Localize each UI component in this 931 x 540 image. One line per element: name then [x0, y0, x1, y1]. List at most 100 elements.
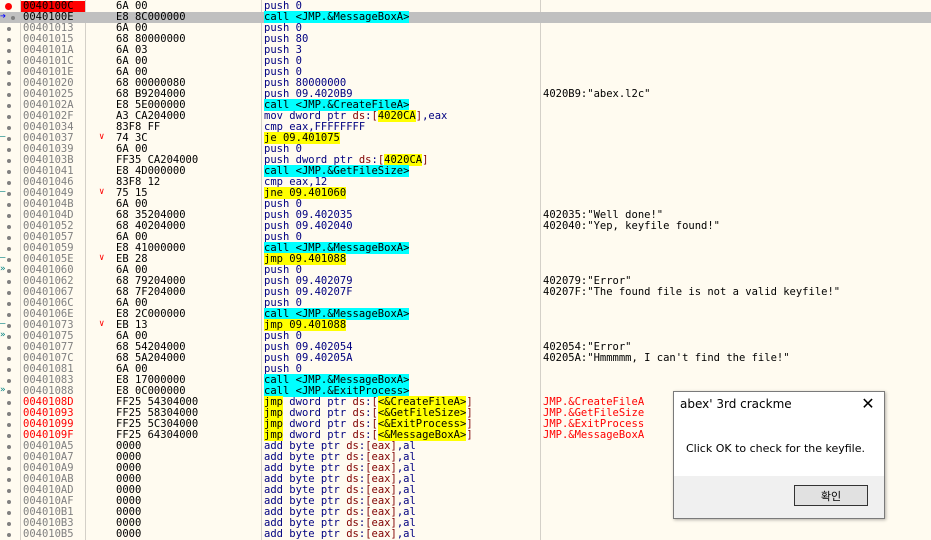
gutter[interactable] [0, 298, 20, 309]
line-dot-icon [7, 423, 11, 427]
jump-target-icon: – [0, 253, 6, 263]
line-dot-icon [7, 258, 11, 262]
gutter[interactable]: » [0, 264, 20, 276]
line-dot-icon [7, 38, 11, 42]
breakpoint-icon[interactable] [5, 3, 12, 10]
comment-cell: 40205A:"Hmmmmm, I can't find the file!" [543, 352, 790, 364]
gutter[interactable] [0, 67, 20, 78]
comment-cell: JMP.&MessageBoxA [543, 429, 645, 441]
gutter[interactable]: » [0, 385, 20, 397]
line-dot-icon [7, 236, 11, 240]
bytes-cell: 0000 [116, 528, 142, 540]
gutter[interactable] [0, 430, 20, 441]
line-dot-icon [7, 27, 11, 31]
gutter[interactable] [0, 408, 20, 419]
gutter[interactable] [0, 144, 20, 155]
line-dot-icon [7, 170, 11, 174]
line-dot-icon [7, 313, 11, 317]
gutter[interactable] [0, 353, 20, 364]
gutter[interactable] [0, 221, 20, 232]
line-dot-icon [7, 346, 11, 350]
line-dot-icon [7, 181, 11, 185]
comment-cell: 402040:"Yep, keyfile found!" [543, 220, 721, 232]
gutter[interactable] [0, 276, 20, 287]
gutter[interactable] [0, 397, 20, 408]
gutter[interactable] [0, 45, 20, 56]
gutter[interactable] [0, 199, 20, 210]
comment-cell: 4020B9:"abex.l2c" [543, 88, 651, 100]
gutter[interactable] [0, 529, 20, 540]
line-dot-icon [7, 357, 11, 361]
address-cell[interactable]: 004010B5 [21, 529, 85, 540]
line-dot-icon [7, 269, 11, 273]
gutter[interactable] [0, 518, 20, 529]
disasm-row[interactable]: 004010B5 0000 add byte ptr ds:[eax],al [0, 529, 931, 540]
gutter[interactable] [0, 166, 20, 177]
line-dot-icon [7, 478, 11, 482]
gutter[interactable] [0, 441, 20, 452]
gutter[interactable] [0, 89, 20, 100]
gutter[interactable] [0, 111, 20, 122]
gutter[interactable]: – [0, 187, 20, 199]
line-dot-icon [7, 137, 11, 141]
gutter[interactable]: – [0, 132, 20, 144]
message-box-dialog: abex' 3rd crackme ✕ Click OK to check fo… [673, 391, 885, 519]
line-dot-icon [7, 522, 11, 526]
line-dot-icon [7, 192, 11, 196]
line-dot-icon [7, 280, 11, 284]
gutter[interactable]: » [0, 330, 20, 342]
gutter[interactable] [0, 232, 20, 243]
ok-button[interactable]: 확인 [794, 485, 868, 506]
gutter[interactable] [0, 155, 20, 166]
jump-direction-icon: ∨ [99, 132, 105, 142]
jump-target-icon: – [0, 132, 6, 142]
line-dot-icon [7, 412, 11, 416]
operand: 09.40205A [295, 352, 353, 364]
dialog-footer: 확인 [674, 476, 884, 518]
gutter[interactable] [0, 78, 20, 89]
line-dot-icon [11, 16, 15, 20]
line-dot-icon [7, 214, 11, 218]
line-dot-icon [7, 379, 11, 383]
line-dot-icon [7, 60, 11, 64]
line-dot-icon [7, 511, 11, 515]
line-dot-icon [7, 71, 11, 75]
gutter[interactable] [0, 507, 20, 518]
dialog-message: Click OK to check for the keyfile. [686, 442, 865, 455]
gutter[interactable] [0, 56, 20, 67]
line-dot-icon [7, 533, 11, 537]
gutter[interactable] [0, 100, 20, 111]
gutter[interactable] [0, 485, 20, 496]
gutter[interactable] [0, 342, 20, 353]
line-dot-icon [7, 203, 11, 207]
jump-direction-icon: ∨ [99, 187, 105, 197]
gutter[interactable] [0, 496, 20, 507]
dialog-title: abex' 3rd crackme [680, 397, 792, 411]
gutter[interactable] [0, 34, 20, 45]
line-dot-icon [7, 247, 11, 251]
gutter[interactable] [0, 210, 20, 221]
line-dot-icon [7, 159, 11, 163]
operand: 09.40207F [295, 286, 353, 298]
jump-target-icon: » [0, 330, 6, 340]
close-icon[interactable]: ✕ [856, 393, 880, 415]
gutter[interactable] [0, 452, 20, 463]
line-dot-icon [7, 126, 11, 130]
line-dot-icon [7, 456, 11, 460]
gutter[interactable] [0, 419, 20, 430]
operand: byte ptr ds:[eax],al [289, 528, 416, 540]
line-dot-icon [7, 467, 11, 471]
line-dot-icon [7, 368, 11, 372]
instruction-pointer-icon: ➔ [0, 11, 7, 22]
gutter[interactable] [0, 474, 20, 485]
disassembly-cell[interactable]: add byte ptr ds:[eax],al [264, 529, 416, 540]
gutter[interactable] [0, 364, 20, 375]
gutter[interactable] [0, 23, 20, 34]
line-dot-icon [7, 401, 11, 405]
gutter[interactable]: ➔ [0, 11, 20, 23]
line-dot-icon [7, 335, 11, 339]
line-dot-icon [7, 82, 11, 86]
gutter[interactable] [0, 287, 20, 298]
jump-target-icon: » [0, 264, 6, 274]
gutter[interactable] [0, 463, 20, 474]
